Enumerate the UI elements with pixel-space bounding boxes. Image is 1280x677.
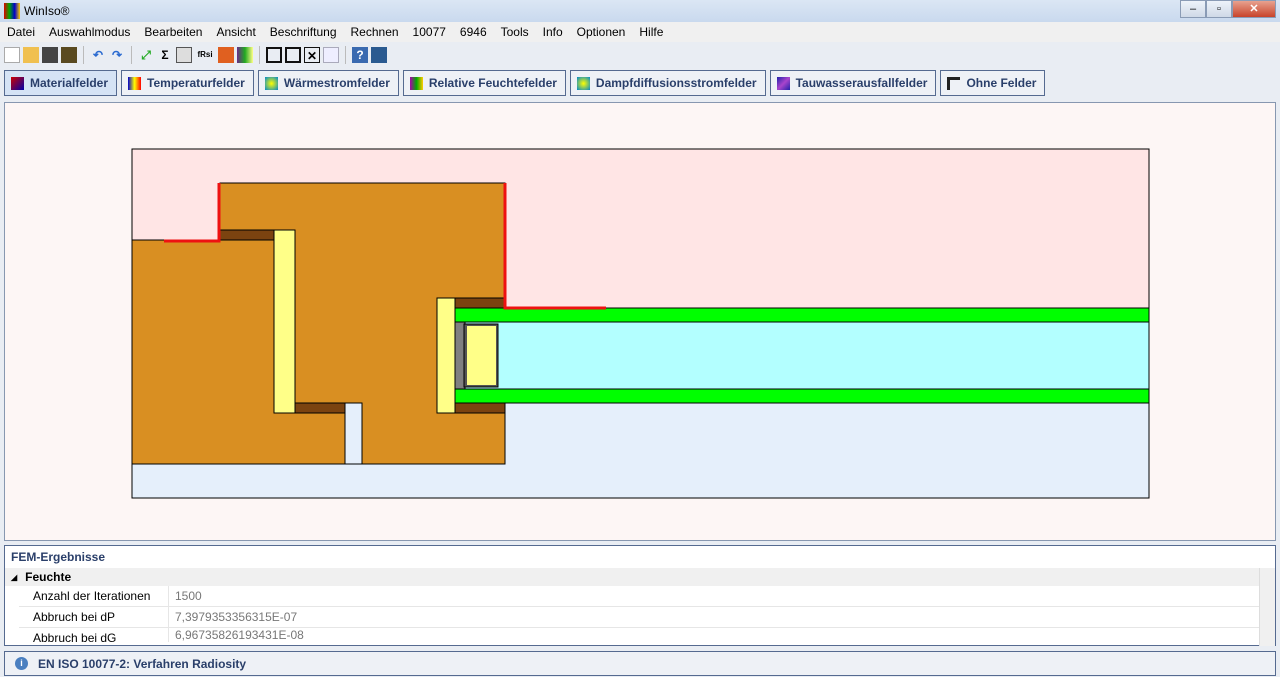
drawing-canvas[interactable] bbox=[4, 102, 1276, 541]
condensation-icon bbox=[776, 76, 790, 90]
property-row[interactable]: Abbruch bei dP 7,3979353356315E-07 bbox=[19, 607, 1259, 628]
title-bar: WinIso® – ▫ ✕ bbox=[0, 0, 1280, 22]
section-icon[interactable] bbox=[176, 47, 192, 63]
materialfelder-button[interactable]: Materialfelder bbox=[4, 70, 118, 96]
group-feuchte[interactable]: ◢ Feuchte bbox=[5, 568, 1275, 586]
menu-10077[interactable]: 10077 bbox=[406, 25, 453, 39]
save-icon[interactable] bbox=[42, 47, 58, 63]
insulation-strip bbox=[273, 229, 296, 414]
close-button[interactable]: ✕ bbox=[1232, 0, 1276, 18]
menu-optionen[interactable]: Optionen bbox=[570, 25, 633, 39]
menu-hilfe[interactable]: Hilfe bbox=[632, 25, 670, 39]
seal bbox=[294, 402, 346, 414]
save-as-icon[interactable] bbox=[61, 47, 77, 63]
seal bbox=[454, 297, 506, 309]
report-icon[interactable] bbox=[323, 47, 339, 63]
gap bbox=[344, 402, 363, 465]
humidity-icon bbox=[409, 76, 423, 90]
info-icon: i bbox=[15, 657, 28, 670]
dampfdiffusionsstromfelder-button[interactable]: Dampfdiffusionsstromfelder bbox=[569, 70, 766, 96]
menu-bar: Datei Auswahlmodus Bearbeiten Ansicht Be… bbox=[0, 22, 1280, 42]
temperaturfelder-button[interactable]: Temperaturfelder bbox=[121, 70, 254, 96]
no-field-icon bbox=[947, 76, 961, 90]
waermestromfelder-button[interactable]: Wärmestromfelder bbox=[257, 70, 399, 96]
spacer-core bbox=[467, 326, 496, 385]
heat-flow-icon bbox=[264, 76, 278, 90]
results-title: FEM-Ergebnisse bbox=[11, 550, 106, 564]
property-row[interactable]: Anzahl der Iterationen 1500 bbox=[19, 586, 1259, 607]
sum-icon[interactable]: Σ bbox=[157, 47, 173, 63]
ohne-felder-button[interactable]: Ohne Felder bbox=[940, 70, 1046, 96]
exit-icon[interactable] bbox=[371, 47, 387, 63]
tauwasserausfallfelder-button[interactable]: Tauwasserausfallfelder bbox=[769, 70, 937, 96]
field-mode-bar: Materialfelder Temperaturfelder Wärmestr… bbox=[4, 70, 1046, 96]
seal bbox=[454, 402, 506, 414]
open-folder-icon[interactable] bbox=[23, 47, 39, 63]
window-section-drawing bbox=[131, 148, 1150, 499]
collapse-icon[interactable]: ◢ bbox=[11, 573, 17, 582]
new-file-icon[interactable] bbox=[4, 47, 20, 63]
menu-ansicht[interactable]: Ansicht bbox=[209, 25, 262, 39]
calc-icon[interactable] bbox=[266, 47, 282, 63]
app-logo-icon bbox=[4, 3, 20, 19]
relative-feuchtefelder-button[interactable]: Relative Feuchtefelder bbox=[402, 70, 566, 96]
undo-icon[interactable]: ↶ bbox=[90, 47, 106, 63]
menu-beschriftung[interactable]: Beschriftung bbox=[263, 25, 344, 39]
gas-cavity bbox=[454, 321, 1150, 390]
toolbar: ↶ ↷ ⤢ Σ fRsi ✕ ? bbox=[4, 43, 387, 67]
help-icon[interactable]: ? bbox=[352, 47, 368, 63]
results-panel: FEM-Ergebnisse ◢ Feuchte Anzahl der Itera… bbox=[4, 545, 1276, 646]
calc-all-icon[interactable] bbox=[285, 47, 301, 63]
field-icon[interactable] bbox=[218, 47, 234, 63]
menu-rechnen[interactable]: Rechnen bbox=[344, 25, 406, 39]
redo-icon[interactable]: ↷ bbox=[109, 47, 125, 63]
menu-info[interactable]: Info bbox=[536, 25, 570, 39]
glazing-bead bbox=[436, 297, 456, 414]
frsi-icon[interactable]: fRsi bbox=[195, 47, 215, 63]
zoom-extents-icon[interactable]: ⤢ bbox=[138, 47, 154, 63]
status-text: EN ISO 10077-2: Verfahren Radiosity bbox=[38, 656, 247, 671]
frame-icon[interactable] bbox=[237, 47, 253, 63]
maximize-button[interactable]: ▫ bbox=[1206, 0, 1232, 18]
menu-6946[interactable]: 6946 bbox=[453, 25, 494, 39]
seal bbox=[219, 229, 275, 241]
vapor-flow-icon bbox=[576, 76, 590, 90]
temperature-icon bbox=[128, 76, 142, 90]
property-row[interactable]: Abbruch bei dG 6,96735826193431E-08 bbox=[19, 628, 1259, 642]
menu-datei[interactable]: Datei bbox=[0, 25, 42, 39]
status-bar: i EN ISO 10077-2: Verfahren Radiosity bbox=[4, 651, 1276, 676]
menu-bearbeiten[interactable]: Bearbeiten bbox=[137, 25, 209, 39]
vertical-scrollbar[interactable] bbox=[1259, 568, 1275, 646]
cross-box-icon[interactable]: ✕ bbox=[304, 47, 320, 63]
minimize-button[interactable]: – bbox=[1180, 0, 1206, 18]
menu-tools[interactable]: Tools bbox=[494, 25, 536, 39]
material-icon bbox=[11, 76, 24, 90]
window-title: WinIso® bbox=[24, 4, 70, 18]
glass-pane-inner bbox=[454, 307, 1150, 323]
glass-pane-outer bbox=[454, 388, 1150, 404]
menu-auswahlmodus[interactable]: Auswahlmodus bbox=[42, 25, 137, 39]
